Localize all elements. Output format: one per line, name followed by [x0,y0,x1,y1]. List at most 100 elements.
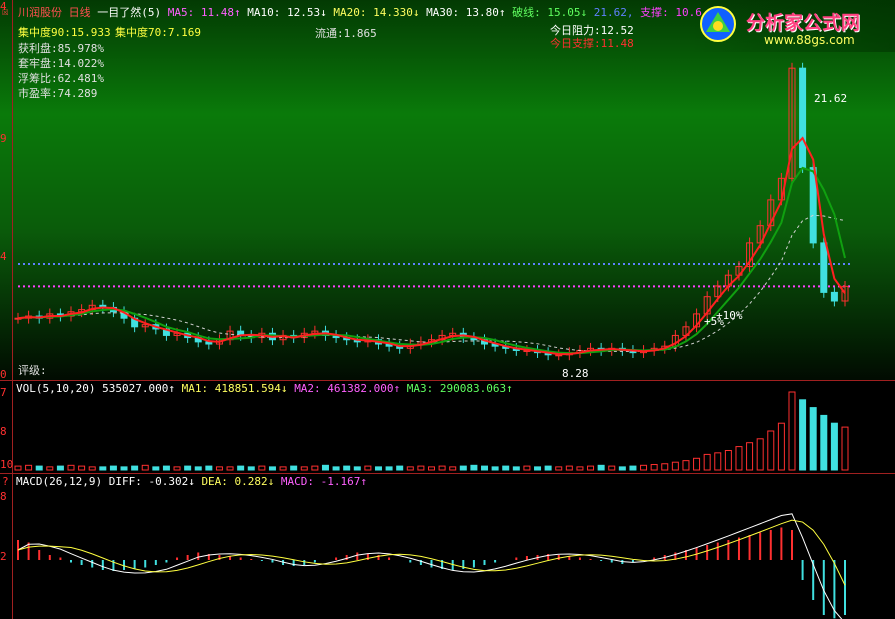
stock-name[interactable]: 川润股份 [18,6,62,19]
volume-bar [841,426,849,471]
volume-bar [788,391,796,471]
volume-bar [438,465,446,471]
indicator-name[interactable]: 一目了然(5) [97,6,161,19]
volume-bar [555,466,563,471]
volume-bar [714,452,722,471]
macd-diff: DIFF: -0.302↓ [108,475,195,488]
volume-bar [650,464,658,471]
macd-tick-label: 8 [0,490,7,503]
volume-bar [396,465,404,471]
volume-bar [247,466,255,471]
volume-bar [131,465,139,471]
volume-bar [597,464,605,471]
volume-bar [184,465,192,471]
volume-bar [481,465,489,471]
volume-bar [703,453,711,471]
volume-bar [417,465,425,471]
logo-icon [700,6,736,42]
pct5-label: +5% [704,315,724,328]
volume-bar [629,465,637,471]
stat-float: 浮筹比:62.481% [18,72,104,85]
ma20-value: MA20: 14.330↓ [333,6,420,19]
stat-pe: 市盈率:74.289 [18,87,98,100]
volume-bar [67,464,75,471]
volume-bar [300,466,308,471]
volume-bar [618,466,626,471]
vol-value: 535027.000↑ [102,382,175,395]
volume-bar [141,464,149,471]
volume-bar [587,465,595,471]
y-tick-label: 9 [0,132,7,145]
volume-bar [809,407,817,471]
volume-bar [470,464,478,471]
stat-profit: 获利盘:85.978% [18,42,104,55]
break-line-value: 破线: 15.05↓ [512,6,588,19]
macd-dea-line [17,519,846,586]
macd-value: MACD: -1.167↑ [280,475,368,488]
volume-bar [428,466,435,471]
ma5-value: MA5: 11.48↑ [167,6,241,19]
candle-body [830,291,838,302]
macd-tick-label: 2 [0,550,7,563]
candle-body [799,67,807,169]
volume-bar [449,466,457,471]
volume-bar [364,465,372,471]
volume-bar [321,464,329,471]
volume-bar [491,466,499,471]
site-logo[interactable]: 分析家公式网 www.88gs.com [692,0,895,52]
stat-conc90: 集中度90:15.933 [18,26,111,39]
volume-bar [25,464,33,471]
volume-bar [374,466,382,471]
volume-bar [88,466,96,471]
volume-bar [502,465,510,471]
volume-bar [268,466,276,471]
ma30-line [17,214,846,353]
volume-bar [682,460,690,471]
rating-label: 评级: [18,364,47,377]
volume-bar [385,466,393,471]
volume-bar [353,466,361,471]
high-label: 21.62 [814,92,848,105]
y-tick-label: 4 [0,250,7,263]
y-tick-label: 0 [0,368,7,381]
header-bar: 川润股份 日线 一目了然(5) MA5: 11.48↑ MA10: 12.53↓… [18,4,702,20]
volume-bar [640,464,648,471]
volume-bar [99,466,107,471]
volume-bar [608,465,616,471]
volume-bar [237,465,245,471]
low-label: 8.28 [562,367,589,380]
volume-bar [735,446,743,471]
vol-tick-label: 10 [0,458,14,471]
ma30-value: MA30: 13.80↑ [426,6,506,19]
volume-bar [215,466,223,471]
volume-bar [830,422,838,471]
volume-bar [343,465,351,471]
volume-bar [523,465,531,471]
stat-trapped: 套牢盘:14.022% [18,57,104,70]
vol-label: VOL(5,10,20) [16,382,96,395]
volume-bar [78,465,86,471]
volume-bar [459,465,467,471]
volume-bar [799,399,807,471]
candle-body [820,242,828,293]
macd-dea: DEA: 0.282↓ [201,475,275,488]
volume-bar [576,466,584,471]
volume-bar [724,450,732,471]
volume-bar [173,466,181,471]
period-label[interactable]: 日线 [69,6,91,19]
volume-bar [120,466,128,471]
volume-bar [311,465,319,471]
volume-bar [512,466,520,471]
logo-title: 分析家公式网 [746,12,861,34]
break-value: 21.62, [593,6,634,19]
volume-bar [777,422,785,471]
macd-icon: ? [2,475,9,488]
vol-tick-label: 7 [0,386,7,399]
chart-canvas [14,62,850,619]
macd-header: MACD(26,12,9) DIFF: -0.302↓ DEA: 0.282↓ … [16,475,367,488]
vol-header: VOL(5,10,20) 535027.000↑ MA1: 418851.594… [16,382,513,395]
volume-bar [534,466,542,471]
volume-bar [820,414,828,471]
logo-url: www.88gs.com [764,33,855,47]
y-tick-label: 4 [0,0,7,13]
